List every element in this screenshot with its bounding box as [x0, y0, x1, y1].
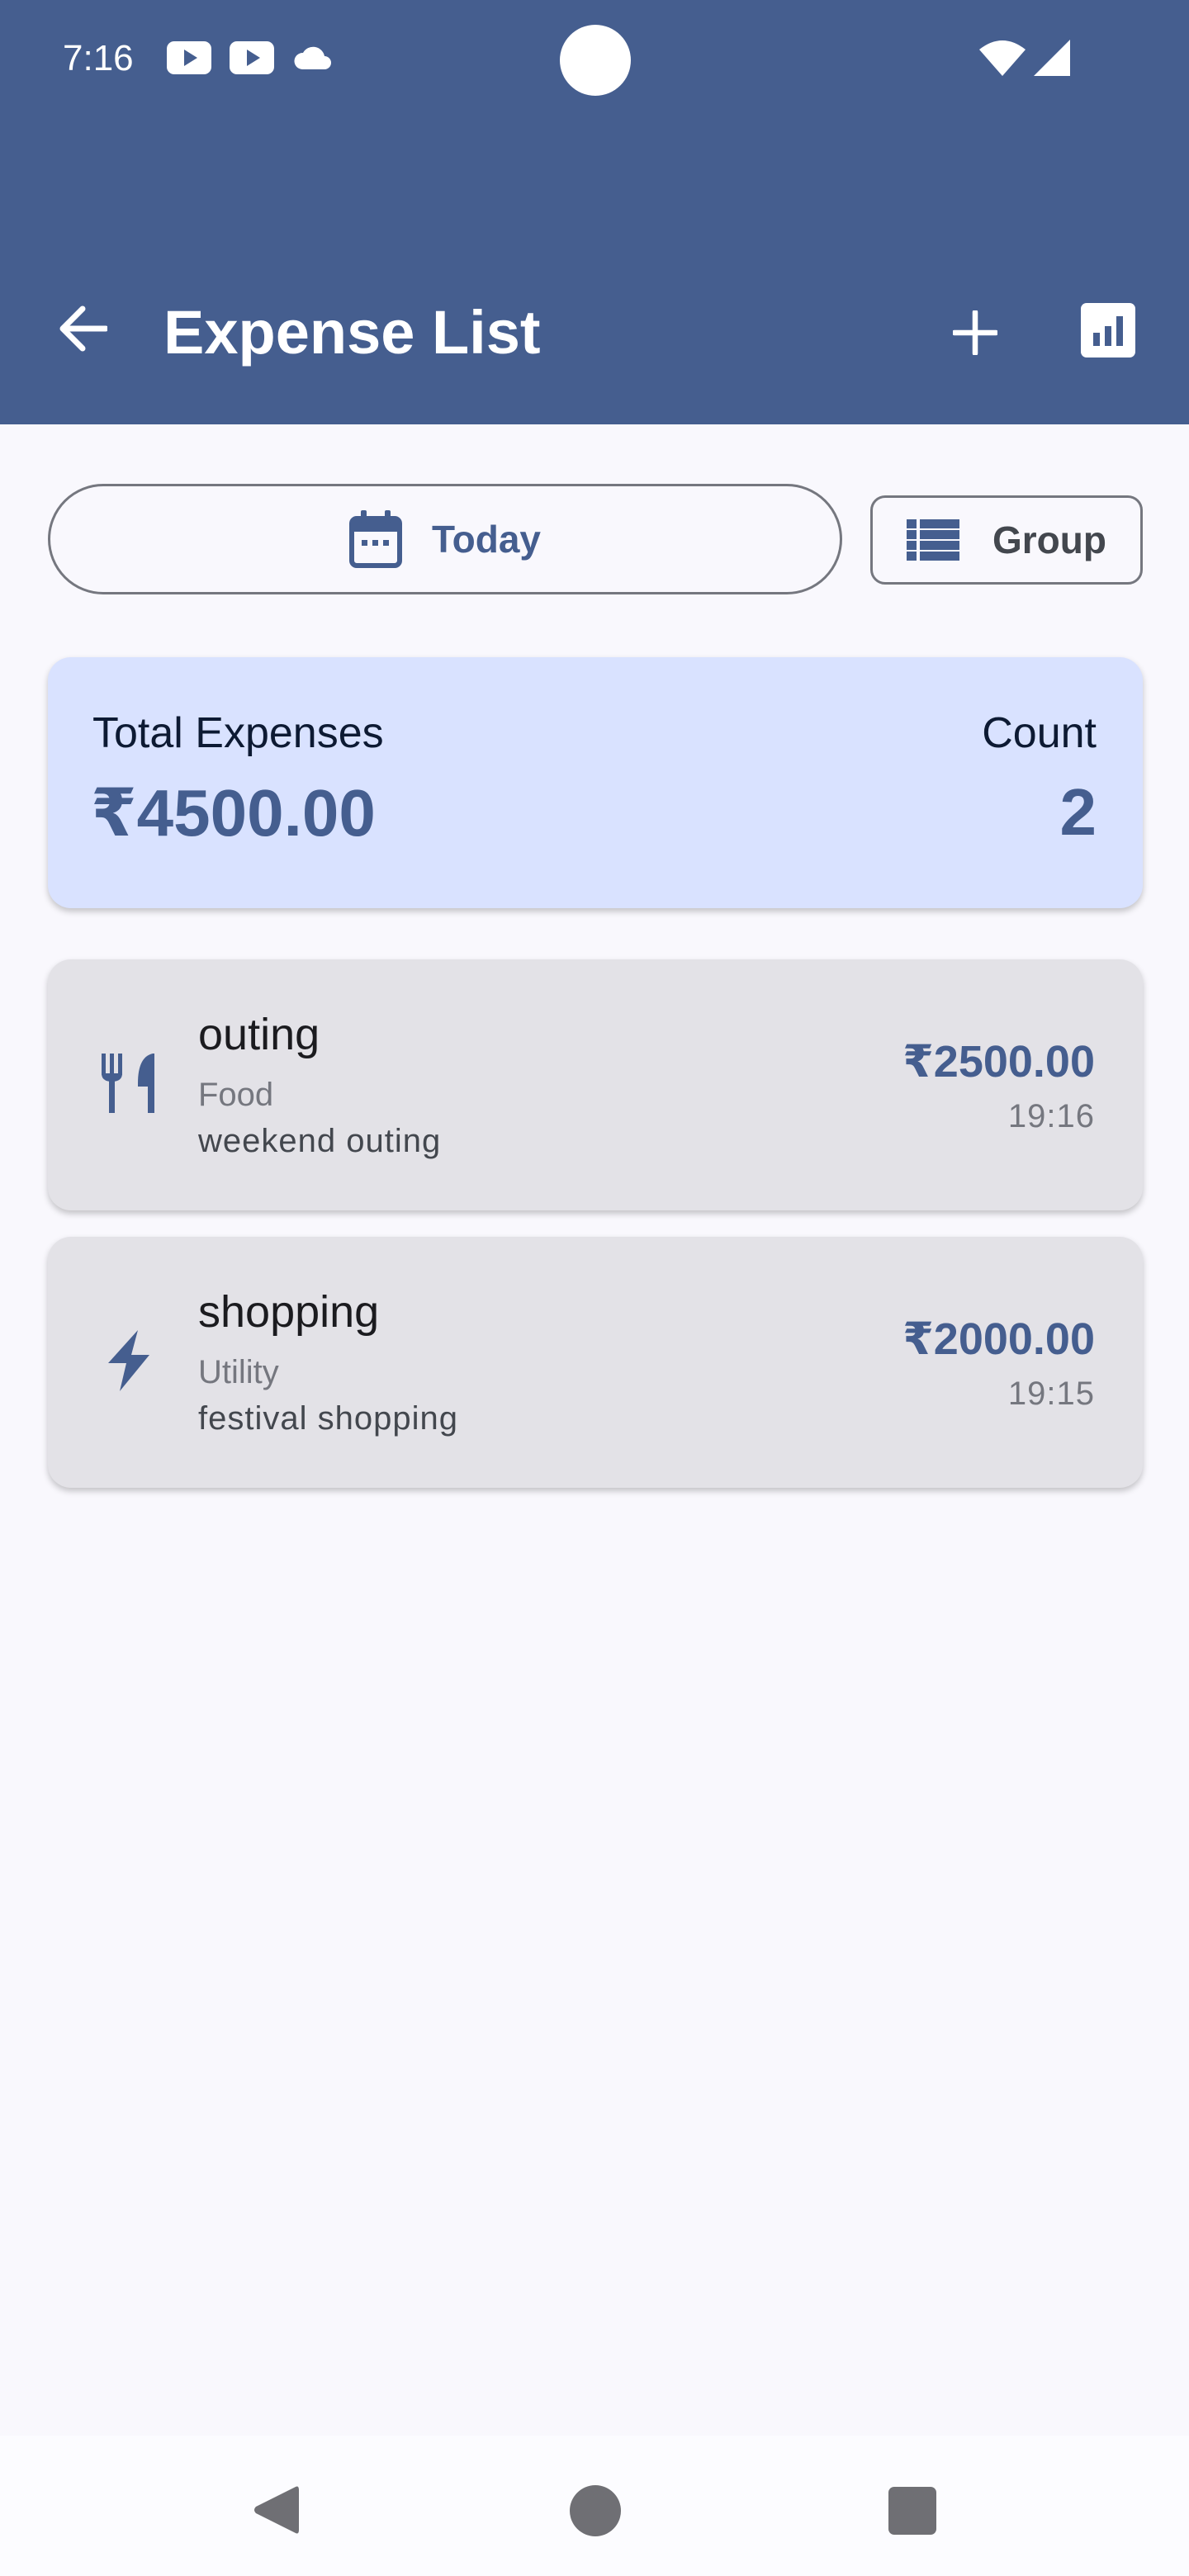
- nav-back-icon[interactable]: [251, 2484, 301, 2536]
- count-label: Count: [982, 709, 1097, 757]
- expense-card[interactable]: outing Food weekend outing ₹2500.00 19:1…: [48, 959, 1143, 1210]
- system-navigation-bar: [0, 2436, 1189, 2576]
- youtube-icon: [230, 41, 274, 74]
- nav-recents-icon[interactable]: [888, 2487, 936, 2535]
- expense-amount: ₹2500.00: [902, 1037, 1095, 1087]
- nav-home-icon[interactable]: [570, 2485, 621, 2536]
- status-icons-right: [979, 40, 1070, 76]
- total-expenses-value: ₹4500.00: [91, 776, 376, 850]
- cloud-icon: [294, 46, 331, 69]
- back-button[interactable]: [50, 296, 116, 362]
- bar-chart-icon: [1081, 303, 1135, 358]
- summary-card: Total Expenses ₹4500.00 Count 2: [48, 657, 1143, 908]
- restaurant-icon: [94, 1049, 163, 1118]
- bolt-icon: [94, 1326, 163, 1395]
- page-title: Expense List: [163, 298, 541, 367]
- date-filter-button[interactable]: Today: [48, 484, 842, 594]
- expense-category: Food: [198, 1077, 274, 1113]
- add-icon: [953, 310, 997, 355]
- expense-description: weekend outing: [198, 1123, 442, 1159]
- signal-icon: [1034, 40, 1070, 76]
- date-filter-label: Today: [431, 518, 542, 561]
- count-value: 2: [1059, 775, 1097, 849]
- add-expense-button[interactable]: [941, 299, 1009, 367]
- expense-description: festival shopping: [198, 1400, 458, 1437]
- expense-time: 19:16: [1007, 1098, 1095, 1134]
- calendar-icon: [348, 510, 402, 568]
- expense-amount: ₹2000.00: [902, 1314, 1095, 1364]
- camera-cutout: [560, 25, 631, 96]
- status-time: 7:16: [63, 38, 134, 78]
- expense-time: 19:15: [1007, 1376, 1095, 1412]
- back-arrow-icon: [59, 305, 107, 352]
- group-button[interactable]: Group: [870, 495, 1143, 585]
- app-bar: 7:16 Expense List: [0, 0, 1189, 424]
- statistics-button[interactable]: [1078, 301, 1138, 360]
- status-icons-left: [167, 41, 334, 74]
- total-expenses-label: Total Expenses: [92, 709, 384, 757]
- expense-category: Utility: [198, 1354, 279, 1390]
- expense-title: shopping: [198, 1287, 380, 1337]
- expense-card[interactable]: shopping Utility festival shopping ₹2000…: [48, 1237, 1143, 1488]
- group-label: Group: [992, 519, 1106, 561]
- expense-title: outing: [198, 1010, 320, 1059]
- list-icon: [907, 519, 959, 561]
- wifi-icon: [979, 40, 1026, 76]
- youtube-icon: [167, 41, 211, 74]
